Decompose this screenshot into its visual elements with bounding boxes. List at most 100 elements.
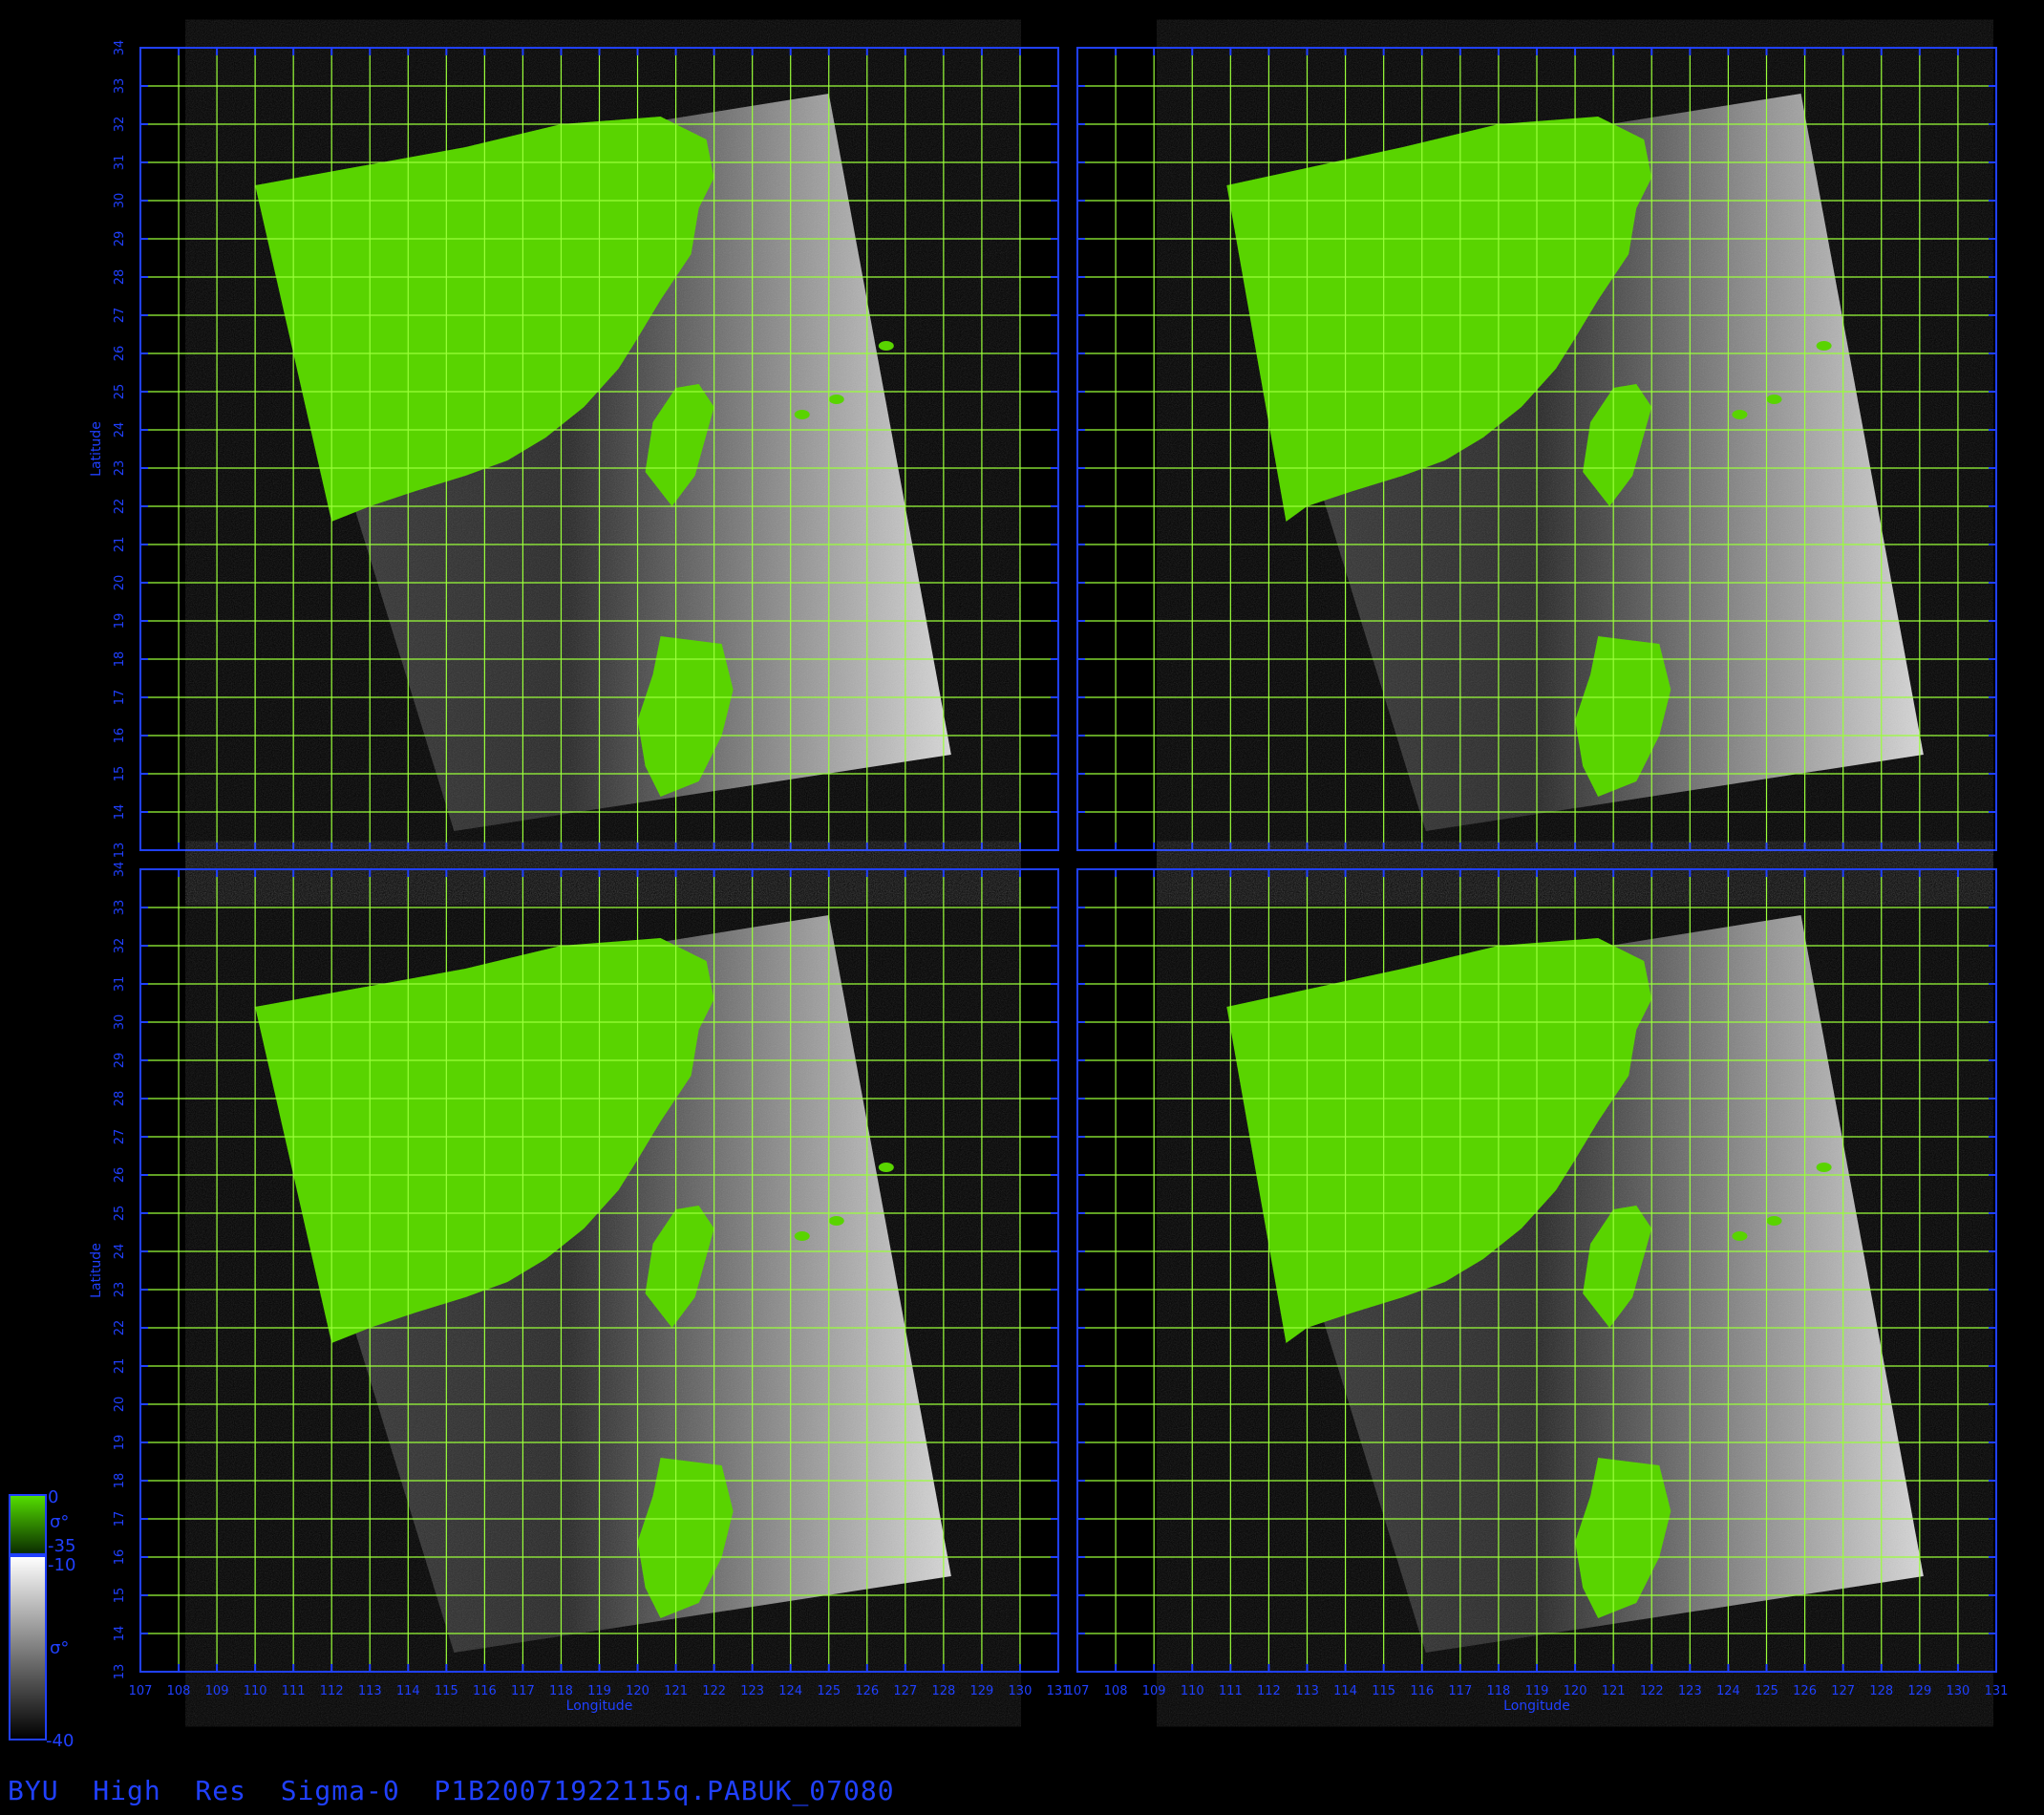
lat-tick-label: 29 (113, 231, 127, 247)
map-panels: 13 14 15 16 17 18 19 20 21 22 23 24 25 26 27 28 29 30 31 32… (89, 40, 2008, 1714)
sigma0-map-figure: 13 14 15 16 17 18 19 20 21 22 23 24 25 26 27 28 29 30 31 32… (9, 40, 2008, 1740)
lat-tick-label: 15 (113, 766, 127, 782)
lat-tick-label: 24 (113, 422, 127, 438)
land-island (794, 1231, 810, 1241)
lat-tick-label: 16 (113, 728, 127, 744)
lon-tick-label: 113 (358, 1684, 382, 1698)
lat-tick-label: 28 (113, 1091, 127, 1107)
lat-tick-label: 13 (113, 1664, 127, 1680)
lon-tick-label: 119 (1525, 1684, 1549, 1698)
lon-tick-label: 131 (1985, 1684, 2009, 1698)
land-island (878, 341, 894, 351)
lon-tick-label: 124 (778, 1684, 802, 1698)
lon-tick-label: 124 (1716, 1684, 1740, 1698)
lon-tick-label: 108 (167, 1684, 191, 1698)
lon-tick-label: 112 (320, 1684, 344, 1698)
lon-tick-label: 115 (1372, 1684, 1395, 1698)
land-island (1732, 1231, 1748, 1241)
lon-tick-label: 121 (1602, 1684, 1626, 1698)
colorbar-land-symbol: σ° (50, 1512, 70, 1532)
lon-tick-label: 127 (893, 1684, 917, 1698)
land-island (1766, 395, 1782, 404)
map-panel-bottom-right: 107 108 109 110 111 112 113 114 115 116 117 118 119 1… (1066, 868, 2009, 1714)
lat-tick-label: 28 (113, 269, 127, 286)
lon-tick-label: 120 (626, 1684, 649, 1698)
lat-tick-label: 14 (113, 1626, 127, 1642)
lat-tick-label: 34 (113, 40, 127, 56)
land-island (1816, 341, 1832, 351)
lat-tick-label: 22 (113, 1320, 127, 1336)
lat-tick-label: 18 (113, 651, 127, 668)
lat-tick-label: 27 (113, 1129, 127, 1145)
lon-tick-label: 118 (1487, 1684, 1511, 1698)
lon-tick-label: 114 (396, 1684, 420, 1698)
lat-tick-label: 31 (113, 976, 127, 993)
lon-tick-label: 126 (1793, 1684, 1817, 1698)
lat-tick-label: 26 (113, 1167, 127, 1184)
figure-caption: BYU High Res Sigma-0 P1B20071922115q.PAB… (8, 1775, 895, 1806)
lon-tick-label: 109 (1142, 1684, 1166, 1698)
colorbar-ocean-max: -10 (48, 1555, 76, 1575)
lat-tick-label: 32 (113, 117, 127, 133)
lon-tick-label: 114 (1333, 1684, 1357, 1698)
lat-tick-label: 29 (113, 1053, 127, 1069)
lat-tick-label: 27 (113, 308, 127, 324)
lat-tick-label: 17 (113, 1511, 127, 1527)
lon-tick-label: 108 (1104, 1684, 1128, 1698)
y-axis-label: Latitude (89, 421, 104, 477)
lon-tick-label: 129 (1907, 1684, 1931, 1698)
lon-tick-label: 113 (1295, 1684, 1319, 1698)
lat-tick-label: 20 (113, 1397, 127, 1413)
lon-tick-label: 110 (244, 1684, 267, 1698)
lat-tick-label: 19 (113, 613, 127, 630)
lat-tick-label: 15 (113, 1588, 127, 1604)
lat-tick-label: 30 (113, 1014, 127, 1031)
lat-tick-label: 30 (113, 193, 127, 209)
lon-tick-label: 122 (702, 1684, 726, 1698)
lon-tick-label: 116 (473, 1684, 497, 1698)
lon-tick-label: 110 (1181, 1684, 1204, 1698)
lon-tick-label: 122 (1640, 1684, 1664, 1698)
lon-tick-label: 129 (970, 1684, 994, 1698)
lat-tick-label: 26 (113, 346, 127, 362)
lon-tick-label: 107 (129, 1684, 153, 1698)
colorbar-ocean-min: -40 (46, 1731, 75, 1751)
y-axis-label: Latitude (89, 1243, 104, 1298)
lat-tick-label: 31 (113, 155, 127, 171)
lat-tick-label: 24 (113, 1244, 127, 1260)
colorbar-ocean-swatch (9, 1555, 47, 1740)
lat-tick-label: 33 (113, 78, 127, 95)
map-panel-top-left: 13 14 15 16 17 18 19 20 21 22 23 24 25 26 27 28 29 30 31 32… (89, 40, 1059, 858)
land-island (1816, 1163, 1832, 1172)
lon-tick-label: 123 (1678, 1684, 1702, 1698)
lon-tick-label: 120 (1564, 1684, 1587, 1698)
lon-tick-label: 111 (1219, 1684, 1243, 1698)
x-axis-label: Longitude (1503, 1698, 1570, 1714)
lat-tick-label: 14 (113, 804, 127, 821)
lat-tick-label: 23 (113, 460, 127, 477)
colorbar-land-swatch (9, 1494, 47, 1555)
lat-tick-label: 21 (113, 537, 127, 553)
lat-tick-label: 20 (113, 575, 127, 591)
lat-tick-label: 32 (113, 938, 127, 954)
lon-tick-label: 118 (549, 1684, 573, 1698)
lat-tick-label: 21 (113, 1358, 127, 1375)
colorbar-land-max: 0 (48, 1487, 59, 1507)
lon-tick-label: 125 (817, 1684, 841, 1698)
land-island (1766, 1216, 1782, 1226)
colorbar-ocean-symbol: σ° (50, 1638, 70, 1658)
x-axis-label: Longitude (566, 1698, 633, 1714)
lon-tick-label: 117 (511, 1684, 535, 1698)
land-island (1732, 410, 1748, 419)
lat-tick-label: 23 (113, 1282, 127, 1298)
lon-tick-label: 123 (740, 1684, 764, 1698)
land-island (878, 1163, 894, 1172)
lon-tick-label: 130 (1947, 1684, 1970, 1698)
lon-tick-label: 127 (1831, 1684, 1855, 1698)
lon-tick-label: 112 (1257, 1684, 1281, 1698)
land-island (828, 1216, 844, 1226)
lon-tick-label: 130 (1009, 1684, 1033, 1698)
lon-tick-label: 116 (1410, 1684, 1434, 1698)
lon-tick-label: 117 (1448, 1684, 1472, 1698)
lon-tick-label: 128 (931, 1684, 955, 1698)
